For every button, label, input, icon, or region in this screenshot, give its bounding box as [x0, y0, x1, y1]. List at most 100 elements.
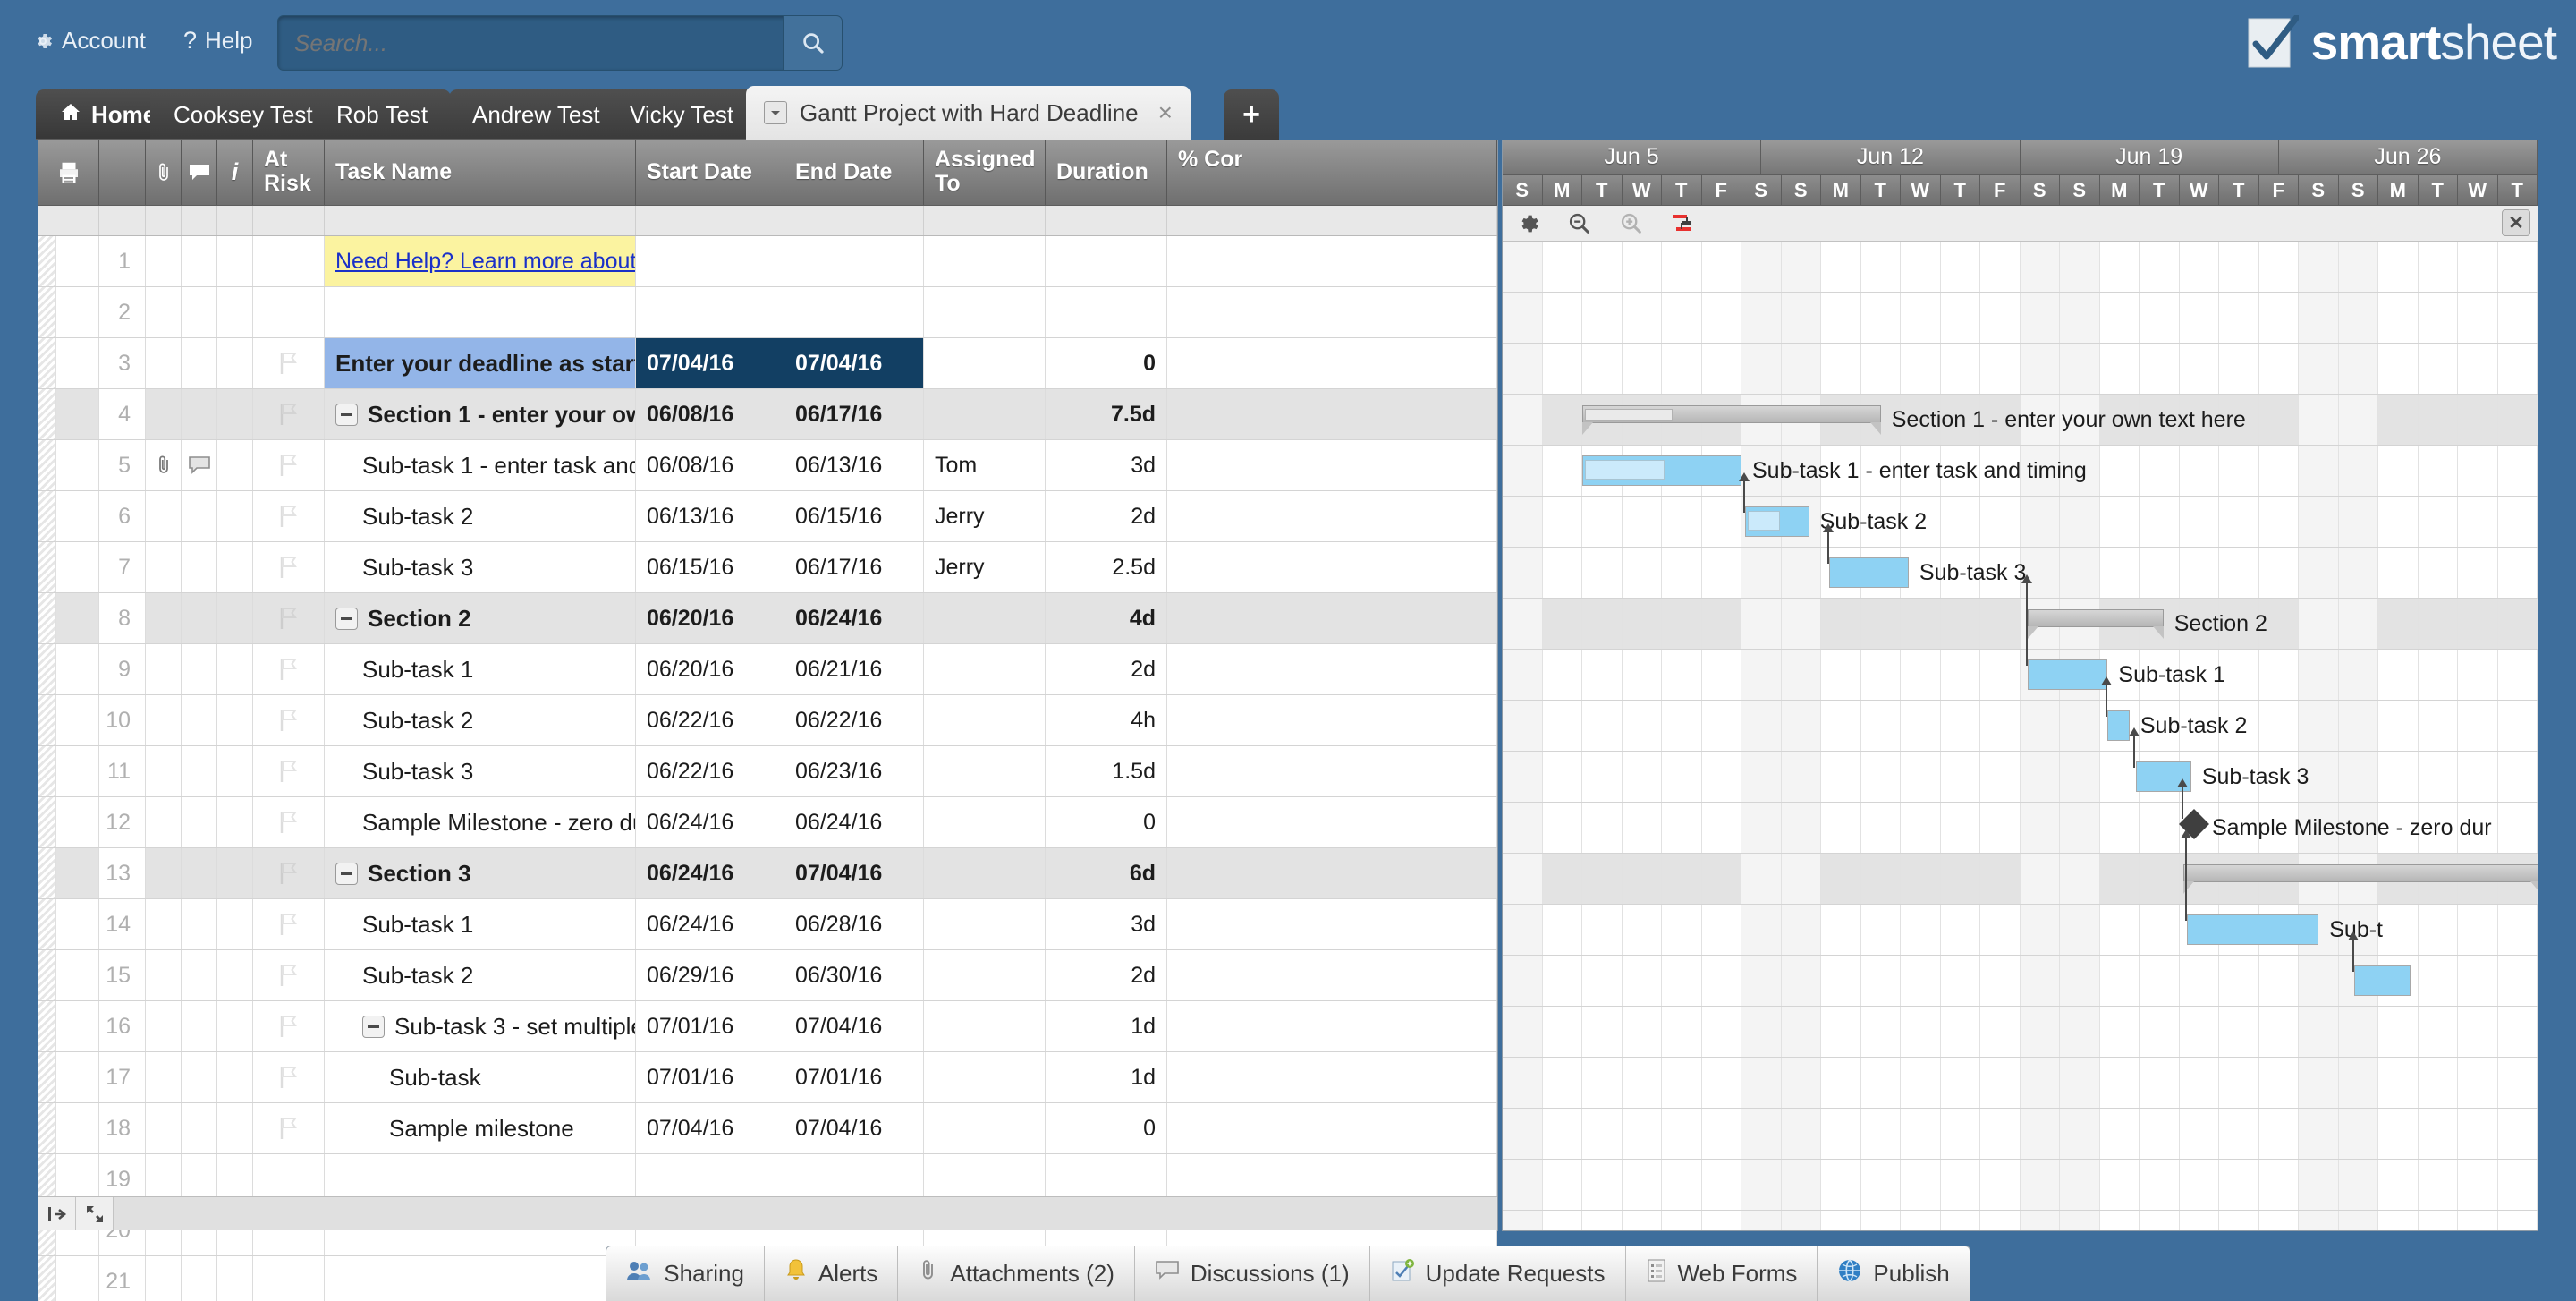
attachment-cell[interactable]	[146, 593, 182, 643]
start-date-cell[interactable]: 07/01/16	[636, 1052, 784, 1102]
bottom-bar-item-attachments-2[interactable]: Attachments (2)	[898, 1246, 1135, 1301]
start-date-cell[interactable]: 06/24/16	[636, 797, 784, 847]
assigned-to-cell[interactable]	[924, 797, 1046, 847]
duration-cell[interactable]: 3d	[1046, 899, 1167, 949]
tab-vicky-test[interactable]: Vicky Test	[606, 89, 758, 140]
search-button[interactable]	[783, 16, 842, 70]
duration-cell[interactable]: 1d	[1046, 1052, 1167, 1102]
info-cell[interactable]	[217, 593, 253, 643]
column-header-comments[interactable]	[182, 140, 217, 205]
end-date-cell[interactable]: 06/17/16	[784, 542, 924, 592]
comment-cell[interactable]	[182, 899, 217, 949]
close-gantt-button[interactable]: ✕	[2502, 209, 2530, 236]
zoom-in-icon[interactable]	[1619, 211, 1644, 236]
pct-complete-cell[interactable]	[1167, 644, 1497, 694]
pct-complete-cell[interactable]	[1167, 593, 1497, 643]
comment-cell[interactable]	[182, 491, 217, 541]
task-name-cell[interactable]	[325, 287, 636, 337]
column-header-pct-complete[interactable]: % Cor	[1167, 140, 1497, 205]
info-cell[interactable]	[217, 491, 253, 541]
task-name-cell[interactable]: Need Help? Learn more about this templat…	[325, 236, 636, 286]
pct-complete-cell[interactable]	[1167, 542, 1497, 592]
comment-cell[interactable]	[182, 848, 217, 898]
at-risk-cell[interactable]	[253, 1052, 325, 1102]
task-name-cell[interactable]: Sub-task 3	[325, 542, 636, 592]
at-risk-cell[interactable]	[253, 542, 325, 592]
row-drag-handle[interactable]	[38, 644, 56, 694]
collapse-toggle[interactable]	[335, 607, 358, 630]
end-date-cell[interactable]: 07/01/16	[784, 1052, 924, 1102]
table-row[interactable]: 3 Enter your deadline as start and end da…	[38, 338, 1497, 389]
attachment-cell[interactable]	[146, 1001, 182, 1051]
start-date-cell[interactable]: 06/13/16	[636, 491, 784, 541]
start-date-cell[interactable]: 07/04/16	[636, 1103, 784, 1153]
tab-andrew-test[interactable]: Andrew Test	[449, 89, 623, 140]
at-risk-cell[interactable]	[253, 1001, 325, 1051]
duration-cell[interactable]	[1046, 236, 1167, 286]
add-tab-button[interactable]: +	[1224, 89, 1279, 140]
task-name-cell[interactable]: Section 2	[325, 593, 636, 643]
column-header-duration[interactable]: Duration	[1046, 140, 1167, 205]
duration-cell[interactable]: 0	[1046, 338, 1167, 388]
row-drag-handle[interactable]	[38, 236, 56, 286]
gantt-task-bar[interactable]	[2354, 965, 2411, 996]
task-name-cell[interactable]: Section 3	[325, 848, 636, 898]
at-risk-cell[interactable]	[253, 848, 325, 898]
start-date-cell[interactable]	[636, 236, 784, 286]
task-name-cell[interactable]: Enter your deadline as start and end dat…	[325, 338, 636, 388]
end-date-cell[interactable]: 07/04/16	[784, 338, 924, 388]
duration-cell[interactable]: 2d	[1046, 950, 1167, 1000]
end-date-cell[interactable]: 06/30/16	[784, 950, 924, 1000]
attachment-cell[interactable]	[146, 542, 182, 592]
assigned-to-cell[interactable]	[924, 1052, 1046, 1102]
gantt-task-bar[interactable]	[2107, 710, 2130, 741]
end-date-cell[interactable]: 07/04/16	[784, 848, 924, 898]
end-date-cell[interactable]: 06/21/16	[784, 644, 924, 694]
column-header-attachments[interactable]	[146, 140, 182, 205]
info-cell[interactable]	[217, 1001, 253, 1051]
assigned-to-cell[interactable]	[924, 1103, 1046, 1153]
row-drag-handle[interactable]	[38, 287, 56, 337]
row-drag-handle[interactable]	[38, 899, 56, 949]
assigned-to-cell[interactable]	[924, 950, 1046, 1000]
tab-rob-test[interactable]: Rob Test	[313, 89, 452, 140]
assigned-to-cell[interactable]	[924, 593, 1046, 643]
comment-cell[interactable]	[182, 389, 217, 439]
end-date-cell[interactable]	[784, 236, 924, 286]
table-row[interactable]: 13 Section 3 06/24/16 07/04/16 6d	[38, 848, 1497, 899]
row-drag-handle[interactable]	[38, 389, 56, 439]
info-cell[interactable]	[217, 695, 253, 745]
table-row[interactable]: 10 Sub-task 2 06/22/16 06/22/16 4h	[38, 695, 1497, 746]
start-date-cell[interactable]: 06/24/16	[636, 899, 784, 949]
assigned-to-cell[interactable]: Jerry	[924, 542, 1046, 592]
task-name-cell[interactable]: Sample milestone	[325, 1103, 636, 1153]
row-drag-handle[interactable]	[38, 593, 56, 643]
task-name-cell[interactable]: Sample Milestone - zero duration	[325, 797, 636, 847]
assigned-to-cell[interactable]	[924, 338, 1046, 388]
attachment-cell[interactable]	[146, 644, 182, 694]
duration-cell[interactable]: 1.5d	[1046, 746, 1167, 796]
end-date-cell[interactable]: 07/04/16	[784, 1103, 924, 1153]
gantt-task-bar[interactable]	[1828, 557, 1909, 588]
at-risk-cell[interactable]	[253, 491, 325, 541]
table-row[interactable]: 16 Sub-task 3 - set multiple levels 07/01/…	[38, 1001, 1497, 1052]
info-cell[interactable]	[217, 440, 253, 490]
column-header-start-date[interactable]: Start Date	[636, 140, 784, 205]
bottom-bar-item-sharing[interactable]: Sharing	[606, 1246, 765, 1301]
gantt-summary-bar[interactable]	[2028, 609, 2164, 639]
at-risk-cell[interactable]	[253, 236, 325, 286]
bottom-bar-item-discussions-1[interactable]: Discussions (1)	[1135, 1246, 1370, 1301]
collapse-toggle[interactable]	[335, 862, 358, 885]
assigned-to-cell[interactable]	[924, 746, 1046, 796]
at-risk-cell[interactable]	[253, 1103, 325, 1153]
assigned-to-cell[interactable]	[924, 236, 1046, 286]
column-header-at-risk[interactable]: At Risk	[253, 140, 325, 205]
comment-cell[interactable]	[182, 695, 217, 745]
assigned-to-cell[interactable]	[924, 848, 1046, 898]
comment-cell[interactable]	[182, 542, 217, 592]
collapse-pane-icon[interactable]	[38, 1197, 76, 1230]
info-cell[interactable]	[217, 542, 253, 592]
pct-complete-cell[interactable]	[1167, 389, 1497, 439]
end-date-cell[interactable]: 06/22/16	[784, 695, 924, 745]
gantt-task-bar[interactable]	[1745, 506, 1809, 537]
